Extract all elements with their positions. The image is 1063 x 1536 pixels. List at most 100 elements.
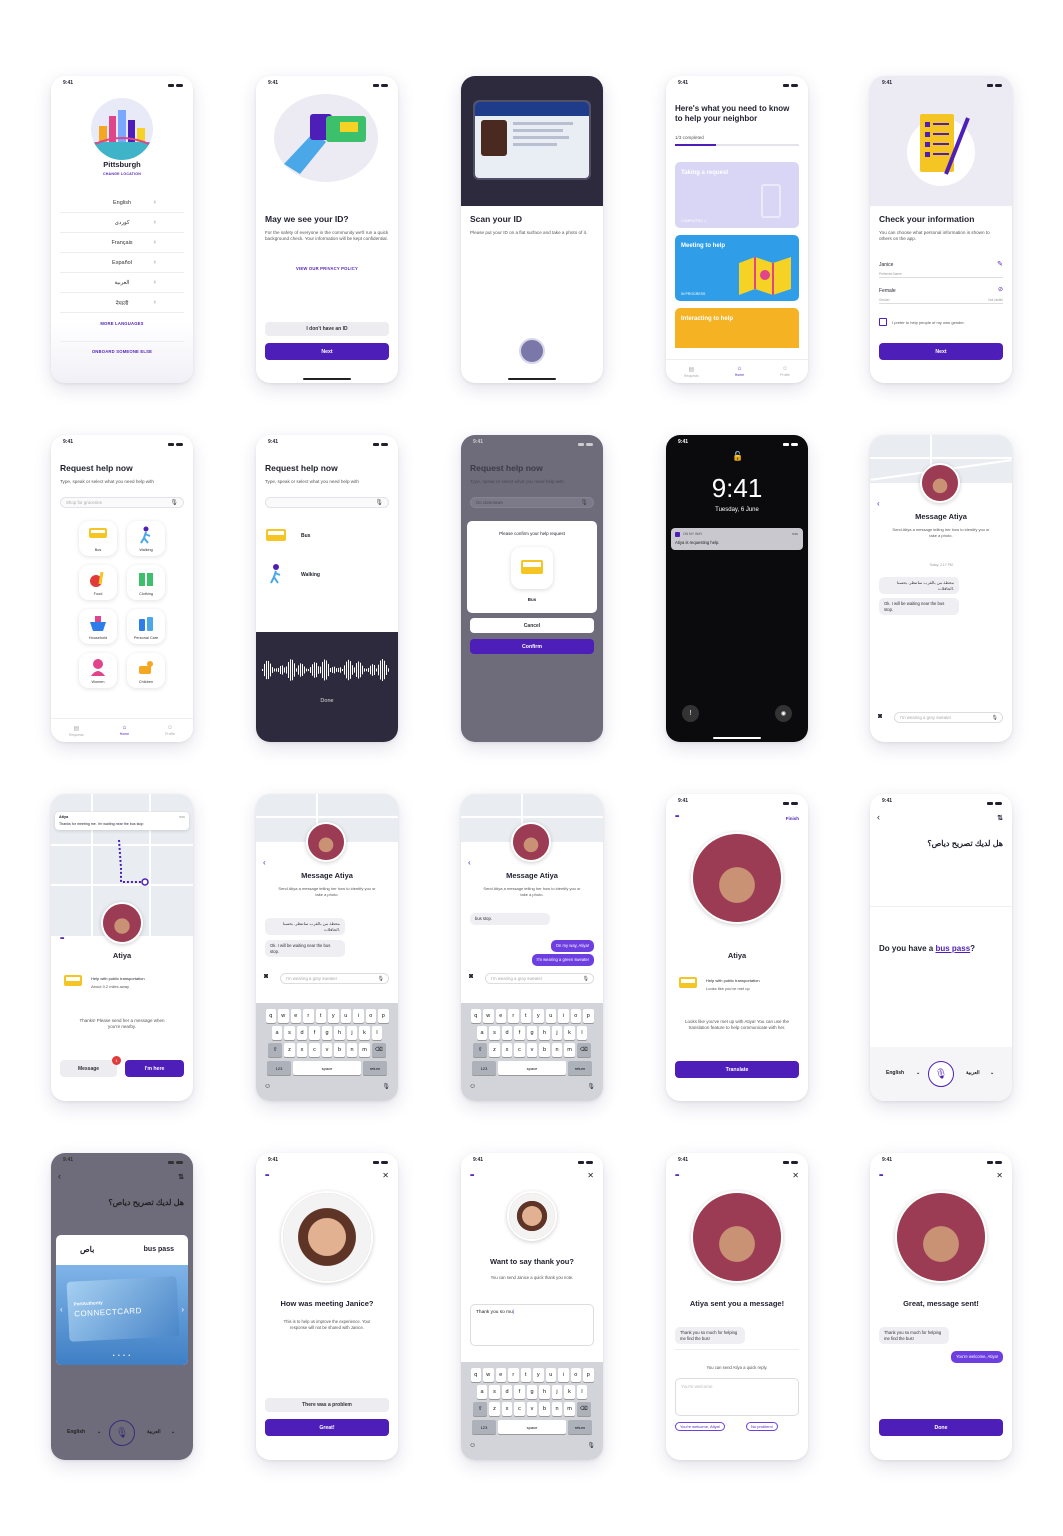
category-personal-care[interactable]: Personal Care bbox=[127, 609, 165, 644]
keyboard-key[interactable]: q bbox=[470, 1009, 481, 1023]
microphone-icon[interactable]: 🎙 bbox=[583, 976, 589, 982]
quick-reply-no-problem[interactable]: No problem! bbox=[746, 1422, 778, 1431]
keyboard-key[interactable]: o bbox=[570, 1368, 581, 1382]
dictation-icon[interactable]: 🎙 bbox=[587, 1083, 595, 1090]
keyboard-key[interactable]: q bbox=[470, 1368, 481, 1382]
keyboard-key[interactable]: m bbox=[564, 1043, 575, 1057]
guide-card-taking-request[interactable]: Taking a request COMPLETED ✓ bbox=[675, 162, 799, 228]
keyboard-key[interactable]: d bbox=[501, 1026, 513, 1040]
keyboard-key[interactable]: h bbox=[539, 1026, 550, 1040]
keyboard-key[interactable]: u bbox=[545, 1368, 556, 1382]
keyboard-key[interactable]: ⇧ bbox=[473, 1043, 488, 1057]
keyboard-key[interactable]: o bbox=[570, 1009, 581, 1023]
keyboard-key[interactable]: space bbox=[293, 1061, 361, 1075]
more-icon[interactable]: ••• bbox=[675, 814, 679, 820]
quick-reply-welcome[interactable]: You're welcome, Atiya! bbox=[675, 1422, 725, 1431]
confirm-button[interactable]: Confirm bbox=[470, 639, 594, 654]
shutter-button[interactable] bbox=[519, 338, 545, 364]
keyboard-key[interactable]: v bbox=[321, 1043, 333, 1057]
translate-button[interactable]: Translate bbox=[675, 1061, 799, 1078]
chevron-down-icon[interactable]: ⌄ bbox=[97, 1429, 101, 1435]
keyboard-key[interactable]: y bbox=[533, 1368, 544, 1382]
dictation-icon[interactable]: 🎙 bbox=[587, 1442, 595, 1449]
privacy-policy-link[interactable]: VIEW OUR PRIVACY POLICY bbox=[256, 266, 398, 271]
guide-card-meeting[interactable]: Meeting to help IN PROGRESS bbox=[675, 235, 799, 301]
keyboard-key[interactable]: a bbox=[476, 1385, 488, 1399]
name-field[interactable]: Janice Preferred Name ✎ bbox=[879, 258, 1003, 278]
category-clothing[interactable]: Clothing bbox=[127, 565, 165, 600]
onboard-someone-else-link[interactable]: ONBOARD SOMEONE ELSE bbox=[51, 349, 193, 354]
keyboard-key[interactable]: x bbox=[501, 1402, 513, 1416]
more-icon[interactable]: ••• bbox=[470, 1173, 474, 1179]
source-language-select[interactable]: English bbox=[886, 1070, 904, 1076]
keyboard-key[interactable]: n bbox=[346, 1043, 358, 1057]
keyboard-key[interactable]: l bbox=[371, 1026, 383, 1040]
microphone-button[interactable]: 🎙 bbox=[928, 1061, 954, 1087]
bus-pass-link[interactable]: bus pass bbox=[935, 944, 970, 953]
problem-button[interactable]: There was a problem bbox=[265, 1398, 389, 1412]
keyboard-key[interactable]: t bbox=[315, 1009, 326, 1023]
keyboard-key[interactable]: b bbox=[539, 1043, 550, 1057]
message-button[interactable]: Message bbox=[60, 1060, 117, 1077]
help-search-input[interactable]: Shop for groceries 🎙 bbox=[60, 497, 184, 508]
keyboard-key[interactable]: r bbox=[303, 1009, 314, 1023]
back-icon[interactable]: ‹ bbox=[58, 1171, 61, 1181]
more-icon[interactable]: ••• bbox=[60, 936, 64, 942]
microphone-icon[interactable]: 🎙 bbox=[992, 715, 998, 721]
keyboard-key[interactable]: i bbox=[558, 1009, 569, 1023]
more-icon[interactable]: ••• bbox=[879, 1173, 883, 1179]
keyboard-key[interactable]: l bbox=[576, 1026, 588, 1040]
keyboard-key[interactable]: ⌫ bbox=[576, 1402, 591, 1416]
keyboard-key[interactable]: 123 bbox=[472, 1420, 496, 1434]
dictation-icon[interactable]: 🎙 bbox=[382, 1083, 390, 1090]
keyboard-key[interactable]: space bbox=[498, 1420, 566, 1434]
keyboard-key[interactable]: y bbox=[328, 1009, 339, 1023]
target-language-select[interactable]: العربية bbox=[147, 1429, 161, 1435]
finish-button[interactable]: Finish bbox=[786, 816, 799, 821]
close-icon[interactable]: ✕ bbox=[382, 1171, 389, 1180]
keyboard-key[interactable]: k bbox=[564, 1026, 575, 1040]
keyboard-key[interactable]: k bbox=[564, 1385, 575, 1399]
close-icon[interactable]: ✕ bbox=[996, 1171, 1003, 1180]
keyboard-key[interactable]: z bbox=[284, 1043, 295, 1057]
keyboard-key[interactable]: b bbox=[539, 1402, 550, 1416]
keyboard-key[interactable]: b bbox=[334, 1043, 345, 1057]
target-language-select[interactable]: العربية bbox=[966, 1070, 980, 1076]
pencil-icon[interactable]: ✎ bbox=[997, 260, 1003, 268]
keyboard-key[interactable]: c bbox=[514, 1402, 525, 1416]
keyboard-key[interactable]: e bbox=[290, 1009, 301, 1023]
keyboard-key[interactable]: g bbox=[321, 1026, 333, 1040]
keyboard-key[interactable]: x bbox=[501, 1043, 513, 1057]
next-button[interactable]: Next bbox=[879, 343, 1003, 360]
keyboard-key[interactable]: f bbox=[309, 1026, 320, 1040]
emoji-icon[interactable]: ☺ bbox=[469, 1442, 476, 1449]
carousel-next-icon[interactable]: › bbox=[181, 1305, 184, 1314]
keyboard-key[interactable]: ⇧ bbox=[473, 1402, 488, 1416]
tab-profile[interactable]: ☺ Profile bbox=[165, 725, 175, 736]
keyboard-key[interactable]: p bbox=[378, 1009, 389, 1023]
back-icon[interactable]: ‹ bbox=[468, 858, 471, 867]
keyboard-key[interactable]: v bbox=[526, 1402, 538, 1416]
keyboard-key[interactable]: ⇧ bbox=[268, 1043, 283, 1057]
notification-card[interactable]: ON MY WAY now Atiya is requesting help. bbox=[671, 528, 803, 550]
keyboard-key[interactable]: h bbox=[334, 1026, 345, 1040]
eye-off-icon[interactable]: ⊘ bbox=[998, 286, 1003, 293]
tab-requests[interactable]: ▤ Requests bbox=[684, 366, 699, 378]
keyboard-key[interactable]: n bbox=[551, 1043, 563, 1057]
keyboard-key[interactable]: s bbox=[284, 1026, 295, 1040]
suggestion-bus[interactable]: Bus bbox=[265, 527, 375, 547]
close-icon[interactable]: ✕ bbox=[587, 1171, 594, 1180]
tab-home[interactable]: ⌂ Home bbox=[735, 366, 744, 377]
keyboard-key[interactable]: e bbox=[495, 1368, 506, 1382]
category-bus[interactable]: Bus bbox=[79, 521, 117, 556]
swap-icon[interactable]: ⇅ bbox=[178, 1173, 184, 1181]
back-icon[interactable]: ‹ bbox=[263, 858, 266, 867]
thank-you-textarea[interactable]: Thank you so mu| bbox=[470, 1304, 594, 1346]
category-children[interactable]: Children bbox=[127, 653, 165, 688]
guide-card-interacting[interactable]: Interacting to help bbox=[675, 308, 799, 348]
keyboard-key[interactable]: return bbox=[568, 1420, 592, 1434]
keyboard-key[interactable]: m bbox=[564, 1402, 575, 1416]
keyboard-key[interactable]: space bbox=[498, 1061, 566, 1075]
message-input[interactable]: I'm wearing a gray sweater 🎙 bbox=[485, 973, 594, 984]
keyboard-key[interactable]: v bbox=[526, 1043, 538, 1057]
